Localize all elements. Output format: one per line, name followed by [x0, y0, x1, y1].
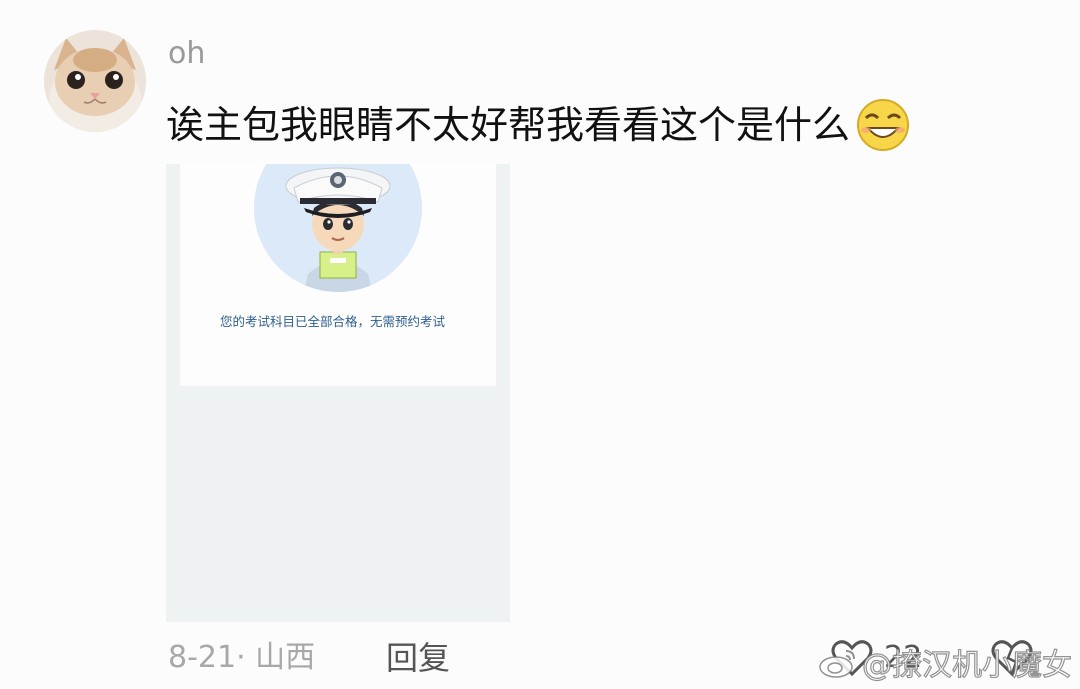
police-illustration: [254, 164, 422, 292]
comment-date-location: 8-21· 山西: [168, 640, 316, 675]
cat-avatar-icon: [44, 30, 146, 132]
exam-status-message: 您的考试科目已全部合格，无需预约考试: [220, 314, 446, 329]
weibo-logo-icon: [819, 650, 855, 678]
watermark-text: @撩汉机小魔女: [861, 647, 1072, 683]
comment-text: 诶主包我眼睛不太好帮我看看这个是什么: [166, 98, 910, 152]
result-card: 您的考试科目已全部合格，无需预约考试: [180, 164, 496, 386]
username[interactable]: oh: [168, 36, 205, 72]
police-officer-icon: [254, 164, 422, 292]
grinning-squint-emoji-icon: [857, 99, 910, 151]
watermark: @撩汉机小魔女: [818, 640, 1073, 684]
avatar[interactable]: [44, 30, 146, 132]
reply-button[interactable]: 回复: [386, 636, 450, 680]
comment-page: oh 诶主包我眼睛不太好帮我看看这个是什么 您的考试科目已全部合格，无需预约考试…: [0, 0, 1080, 689]
comment-body: 诶主包我眼睛不太好帮我看看这个是什么: [166, 103, 851, 147]
attached-screenshot[interactable]: 您的考试科目已全部合格，无需预约考试: [166, 164, 510, 622]
